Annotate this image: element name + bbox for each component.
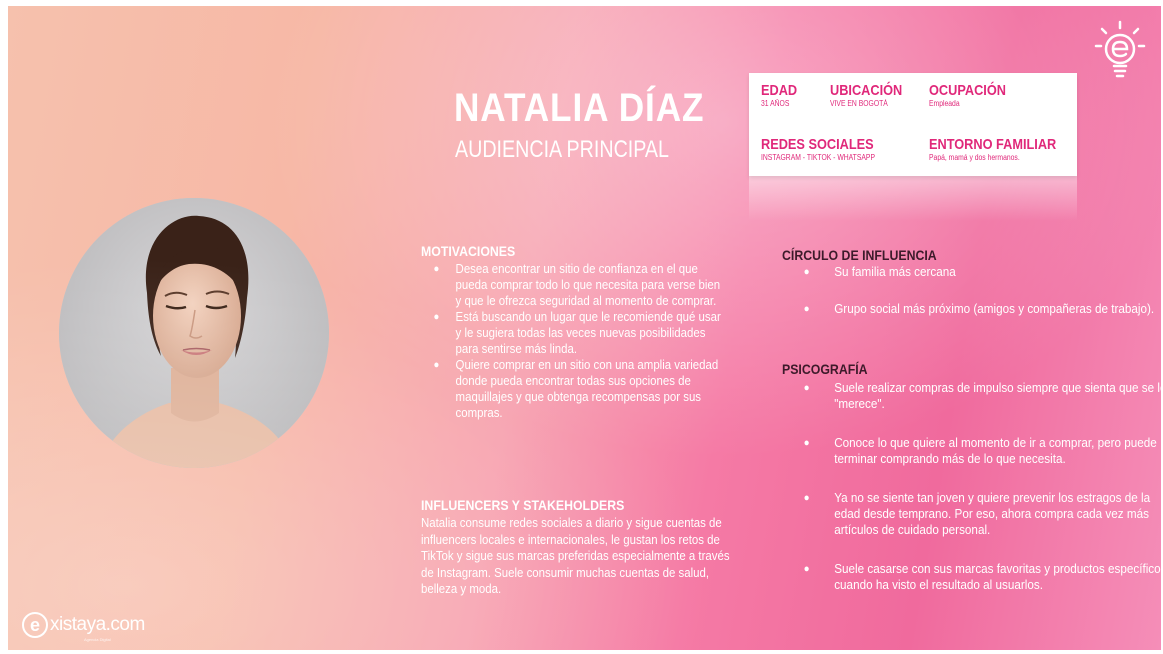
psicografia-list: ● Suele realizar compras de impulso siemp… [782, 380, 1161, 593]
motivaciones-heading: MOTIVACIONES [421, 243, 516, 259]
bullet-icon: ● [433, 311, 440, 323]
field-redes: REDES SOCIALES INSTAGRAM - TIKTOK - WHAT… [761, 137, 895, 163]
field-redes-value: INSTAGRAM - TIKTOK - WHATSAPP [761, 153, 875, 162]
field-ubicacion-value: VIVE EN BOGOTÁ [830, 99, 888, 108]
woman-portrait-image [59, 198, 329, 468]
bullet-icon: ● [803, 563, 810, 575]
psicografia-text: Suele casarse con sus marcas favoritas y… [834, 561, 1161, 592]
list-item: ● Grupo social más próximo (amigos y comp… [782, 301, 1161, 317]
info-card-reflection [749, 176, 1077, 221]
bullet-icon: ● [803, 303, 810, 315]
psicografia-text: Conoce lo que quiere al momento de ir a … [834, 435, 1157, 466]
psicografia-text: Ya no se siente tan joven y quiere preve… [834, 490, 1151, 537]
list-item: ● Su familia más cercana [782, 264, 1161, 280]
list-item: ● Está buscando un lugar que le recomiend… [423, 309, 728, 357]
logo-e-icon: e [22, 612, 48, 638]
field-ubicacion: UBICACIÓN VIVE EN BOGOTÁ [830, 83, 915, 109]
field-edad-label: EDAD [761, 82, 798, 99]
lightbulb-e-icon [1094, 20, 1146, 78]
info-card: EDAD 31 AÑOS UBICACIÓN VIVE EN BOGOTÁ OC… [749, 73, 1077, 176]
psicografia-heading: PSICOGRAFÍA [782, 361, 868, 377]
persona-photo [59, 198, 329, 468]
psicografia-text: Suele realizar compras de impulso siempr… [834, 380, 1161, 411]
field-ocupacion: OCUPACIÓN Empleada [929, 83, 1020, 109]
logo-text: xistaya.com [50, 614, 145, 635]
field-ocupacion-value: Empleada [929, 99, 960, 108]
bullet-icon: ● [433, 359, 440, 371]
field-edad: EDAD 31 AÑOS [761, 83, 804, 109]
list-item: ● Suele realizar compras de impulso siemp… [782, 380, 1161, 412]
field-redes-label: REDES SOCIALES [761, 136, 874, 153]
field-ubicacion-label: UBICACIÓN [830, 82, 903, 99]
motivacion-text: Desea encontrar un sitio de confianza en… [455, 261, 721, 308]
list-item: ● Conoce lo que quiere al momento de ir a… [782, 435, 1161, 467]
bullet-icon: ● [803, 437, 810, 449]
motivacion-text: Está buscando un lugar que le recomiende… [455, 309, 721, 356]
field-entorno: ENTORNO FAMILIAR Papá, mamá y dos herman… [929, 137, 1079, 163]
persona-name: NATALIA DÍAZ [454, 86, 705, 130]
list-item: ● Ya no se siente tan joven y quiere prev… [782, 490, 1161, 538]
list-item: ● Suele casarse con sus marcas favoritas … [782, 561, 1161, 593]
persona-role: AUDIENCIA PRINCIPAL [455, 136, 669, 163]
field-ocupacion-label: OCUPACIÓN [929, 82, 1006, 99]
persona-slide: NATALIA DÍAZ AUDIENCIA PRINCIPAL EDAD 31… [8, 6, 1161, 650]
bullet-icon: ● [803, 492, 810, 504]
circulo-list: ● Su familia más cercana ● Grupo social má… [782, 264, 1155, 317]
logo-tagline: Agencia Digital [84, 637, 111, 642]
list-item: ● Quiere comprar en un sitio con una ampl… [423, 357, 728, 421]
existaya-logo: e xistaya.com Agencia Digital [22, 612, 145, 642]
influencers-heading: INFLUENCERS Y STAKEHOLDERS [421, 497, 625, 513]
influencers-text: Natalia consume redes sociales a diario … [421, 515, 730, 596]
bullet-icon: ● [433, 263, 440, 275]
field-entorno-value: Papá, mamá y dos hermanos. [929, 153, 1020, 162]
motivaciones-list: ● Desea encontrar un sitio de confianza e… [423, 261, 733, 421]
list-item: ● Desea encontrar un sitio de confianza e… [423, 261, 728, 309]
circulo-text: Grupo social más próximo (amigos y compa… [834, 301, 1155, 316]
bullet-icon: ● [803, 266, 810, 278]
bullet-icon: ● [803, 382, 810, 394]
circulo-heading: CÍRCULO DE INFLUENCIA [782, 247, 937, 263]
field-entorno-label: ENTORNO FAMILIAR [929, 136, 1057, 153]
motivacion-text: Quiere comprar en un sitio con una ampli… [455, 357, 719, 420]
field-edad-value: 31 AÑOS [761, 99, 790, 108]
circulo-text: Su familia más cercana [834, 264, 956, 279]
